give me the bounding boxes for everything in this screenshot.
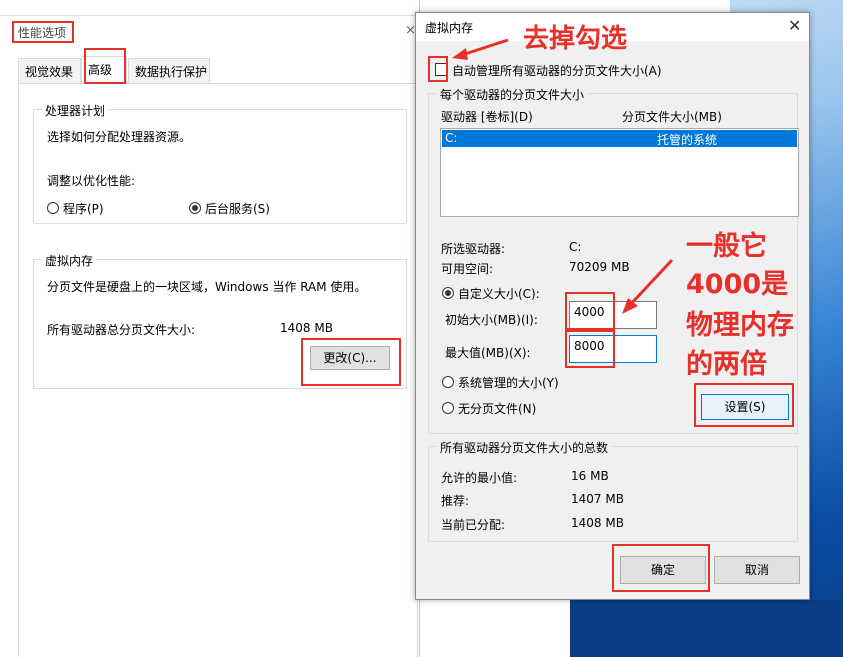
annotation-line-3: 物理内存 [686, 310, 794, 341]
arrow-head-checkbox [452, 48, 468, 60]
arrow-to-initial-size [628, 258, 674, 307]
annotation-line-2: 4000是 [686, 269, 789, 300]
annotation-line-1: 一般它 [686, 231, 767, 262]
annotation-line-4: 的两倍 [686, 349, 767, 380]
arrow-to-checkbox [461, 38, 509, 57]
annotation-uncheck: 去掉勾选 [523, 24, 628, 54]
